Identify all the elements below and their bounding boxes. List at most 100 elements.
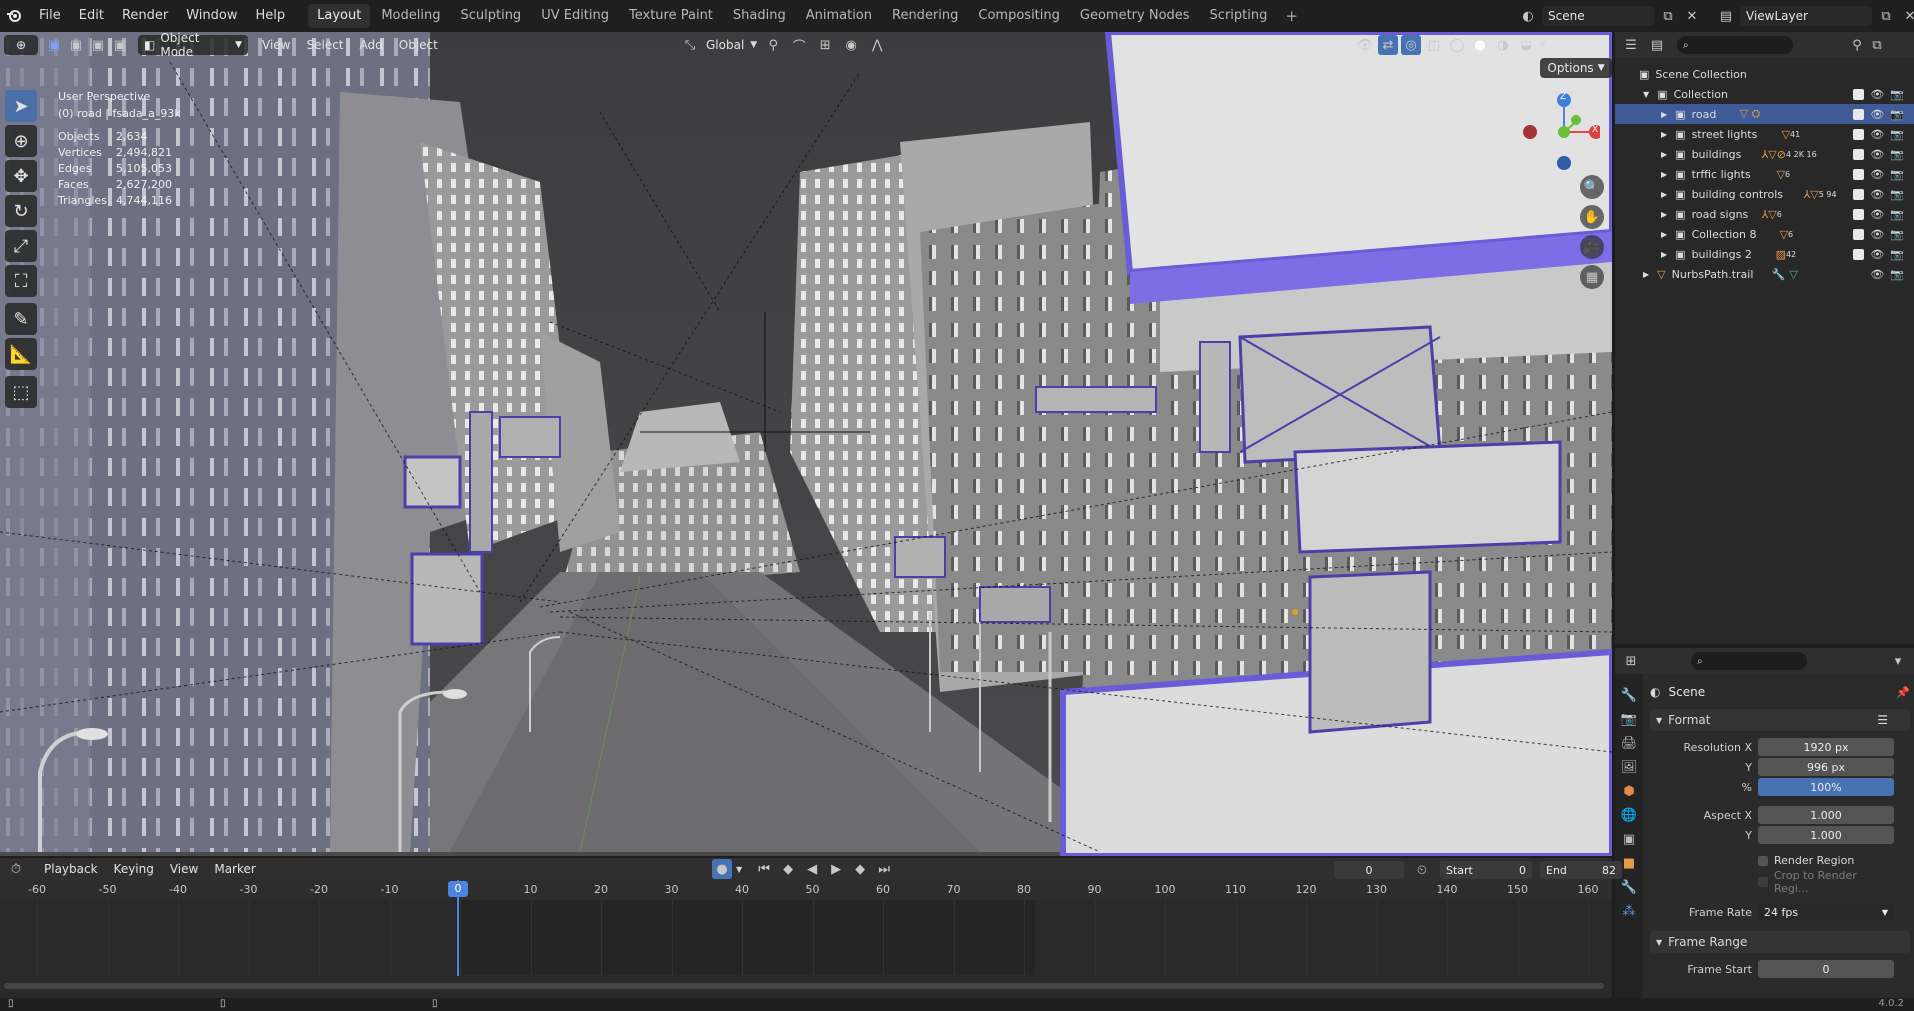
wireframe-shading-icon[interactable]: ◯ [1447,35,1467,55]
eye-icon[interactable]: 👁 [1870,148,1884,161]
aspect-y-field[interactable]: 1.000 [1758,826,1894,844]
camera-icon[interactable]: 📷 [1890,88,1904,101]
tab-layout[interactable]: Layout [308,4,371,28]
solid-shading-icon[interactable]: ● [1470,35,1490,55]
pan-hand-icon[interactable]: ✋ [1580,205,1604,229]
tab-sculpting[interactable]: Sculpting [451,4,530,28]
viewport-menu-select[interactable]: Select [298,38,351,52]
eye-icon[interactable]: 👁 [1870,188,1884,201]
menu-window[interactable]: Window [177,0,246,32]
stopwatch-icon[interactable]: ⏲ [1412,860,1432,880]
ortho-grid-icon[interactable]: ▦ [1580,265,1604,289]
timeline-track[interactable]: -60 -50 -40 -30 -20 -10 0 10 20 30 40 50 60 70 80 90 100… [0,880,1612,998]
menu-edit[interactable]: Edit [70,0,113,32]
gizmo-toggle-icon[interactable]: ⇄ [1378,35,1398,55]
transform-tool-icon[interactable]: ⛶ [5,265,37,297]
render-region-option[interactable]: Render Region [1758,854,1894,867]
visibility-icon[interactable]: 👁 [1355,35,1375,55]
new-viewlayer-icon[interactable]: ⧉ [1876,6,1896,26]
tab-uv-editing[interactable]: UV Editing [532,4,618,28]
expand-arrow-icon[interactable]: ▶ [1661,230,1667,239]
timeline-menu-marker[interactable]: Marker [206,862,263,876]
scene-field[interactable]: Scene [1542,6,1654,26]
pin-icon[interactable]: 📌 [1896,686,1910,699]
camera-view-icon[interactable]: 🎥 [1580,235,1604,259]
delete-viewlayer-icon[interactable]: ✕ [1900,6,1914,26]
output-tab-icon[interactable]: 🖨 [1621,736,1638,751]
snap-icon[interactable]: ⌒ [789,35,809,55]
editor-type-icon[interactable]: ⊕ [4,35,38,55]
render-tab-icon[interactable]: 📷 [1621,712,1637,727]
eye-icon[interactable]: 👁 [1870,268,1884,281]
eye-icon[interactable]: 👁 [1870,248,1884,261]
new-scene-icon[interactable]: ⧉ [1658,6,1678,26]
camera-icon[interactable]: 📷 [1890,228,1904,241]
exclude-checkbox[interactable] [1853,148,1865,160]
select-extend-icon[interactable]: ▣ [66,35,86,55]
presets-list-icon[interactable]: ☰ [1877,713,1888,727]
menu-render[interactable]: Render [113,0,177,32]
expand-arrow-icon[interactable]: ▶ [1661,150,1667,159]
eye-icon[interactable]: 👁 [1870,168,1884,181]
camera-icon[interactable]: 📷 [1890,188,1904,201]
crop-region-option[interactable]: Crop to Render Regi... [1758,869,1894,895]
tree-row-road-signs[interactable]: ▶ ▣ road signs ⅄▽ 6 👁 📷 [1615,204,1914,224]
exclude-checkbox[interactable] [1853,248,1865,260]
material-shading-icon[interactable]: ◑ [1493,35,1513,55]
properties-search-input[interactable]: ⌕ [1691,652,1807,670]
play-reverse-icon[interactable]: ◀ [802,859,822,879]
rendered-shading-icon[interactable]: ◒ [1516,35,1536,55]
select-box-icon[interactable]: ▣ [44,35,64,55]
camera-icon[interactable]: 📷 [1890,128,1904,141]
tree-row-road[interactable]: ▶ ▣ road ▽ ⛭ 👁 📷 [1615,104,1914,124]
exclude-checkbox[interactable] [1853,168,1865,180]
tree-row-buildings[interactable]: ▶ ▣ buildings ⅄▽⊘ 4 2K 16 👁 📷 [1615,144,1914,164]
tree-row-nurbspath-trail[interactable]: ▶ ▽ NurbsPath.trail 🔧 ▽ 👁 📷 [1615,264,1914,284]
tab-scripting[interactable]: Scripting [1201,4,1277,28]
select-tool-icon[interactable]: ➤ [5,90,37,122]
tree-row-street-lights[interactable]: ▶ ▣ street lights ▽ 41 👁 📷 [1615,124,1914,144]
menu-help[interactable]: Help [247,0,295,32]
exclude-checkbox[interactable] [1853,108,1865,120]
eye-icon[interactable]: 👁 [1870,108,1884,121]
xray-icon[interactable]: ◫ [1424,35,1444,55]
tab-compositing[interactable]: Compositing [969,4,1069,28]
add-workspace-button[interactable]: + [1278,7,1305,25]
properties-options-icon[interactable]: ▾ [1888,651,1908,671]
camera-icon[interactable]: 📷 [1890,108,1904,121]
orientation-label[interactable]: Global [706,38,744,52]
modifier-tab-icon[interactable]: 🔧 [1621,880,1637,895]
camera-icon[interactable]: 📷 [1890,268,1904,281]
end-frame-field[interactable]: End 82 [1540,861,1622,879]
overlay-toggle-icon[interactable]: ◎ [1401,35,1421,55]
cursor-tool-icon[interactable]: ⊕ [5,125,37,157]
frame-rate-dropdown[interactable]: 24 fps ▼ [1758,903,1894,921]
tree-row-trffic-lights[interactable]: ▶ ▣ trffic lights ▽ 6 👁 📷 [1615,164,1914,184]
orientation-chevron-icon[interactable]: ▼ [750,40,757,50]
display-mode-icon[interactable]: ▤ [1647,35,1667,55]
resolution-x-field[interactable]: 1920 px [1758,738,1894,756]
delete-scene-icon[interactable]: ✕ [1682,6,1702,26]
collection-tab-icon[interactable]: ▣ [1623,832,1635,847]
menu-file[interactable]: File [30,0,70,32]
timeline-menu-keying[interactable]: Keying [106,862,162,876]
proportional-edit-icon[interactable]: ◉ [841,35,861,55]
blender-logo-icon[interactable] [4,6,24,26]
expand-arrow-icon[interactable]: ▶ [1643,270,1649,279]
tab-animation[interactable]: Animation [797,4,881,28]
orientation-icon[interactable]: ⤡ [680,35,700,55]
eye-icon[interactable]: 👁 [1870,228,1884,241]
jump-end-icon[interactable]: ⏭ [874,859,894,879]
resolution-y-field[interactable]: 996 px [1758,758,1894,776]
falloff-icon[interactable]: ⋀ [867,35,887,55]
tree-row-buildings-2[interactable]: ▶ ▣ buildings 2 ▨ 42 👁 📷 [1615,244,1914,264]
play-icon[interactable]: ▶ [826,859,846,879]
outliner-search-input[interactable]: ⌕ [1677,36,1793,54]
eye-icon[interactable]: 👁 [1870,208,1884,221]
tab-texture-paint[interactable]: Texture Paint [620,4,722,28]
crop-region-checkbox[interactable] [1758,877,1768,887]
3d-viewport[interactable] [0,32,1612,856]
outliner-editor-icon[interactable]: ☰ [1621,35,1641,55]
tab-modeling[interactable]: Modeling [372,4,449,28]
particles-tab-icon[interactable]: ⁂ [1623,904,1636,919]
